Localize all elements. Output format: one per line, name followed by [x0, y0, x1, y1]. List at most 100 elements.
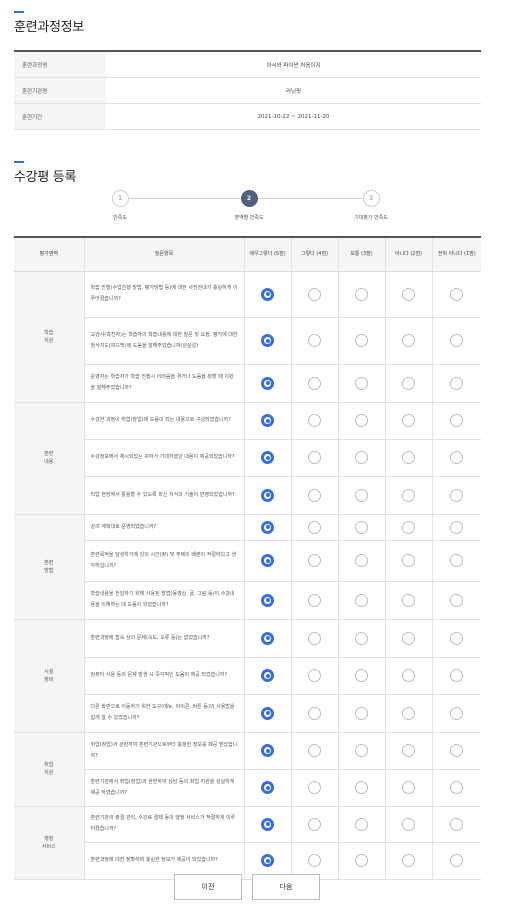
rating-radio-5[interactable]: [261, 488, 274, 502]
rating-radio-3[interactable]: [355, 854, 368, 867]
step-label: 만족도: [113, 215, 127, 221]
rating-radio-5[interactable]: [261, 854, 274, 867]
rating-radio-3[interactable]: [355, 488, 368, 502]
rating-radio-5[interactable]: [261, 520, 274, 534]
rating-radio-1[interactable]: [450, 706, 464, 720]
rating-radio-1[interactable]: [450, 593, 464, 607]
rating-radio-5[interactable]: [261, 631, 274, 645]
rating-radio-1[interactable]: [450, 781, 464, 794]
rating-radio-4[interactable]: [308, 554, 321, 567]
rating-radio-2[interactable]: [402, 781, 415, 794]
rating-radio-2[interactable]: [402, 854, 415, 867]
step-number: 2: [240, 190, 258, 207]
rating-radio-3[interactable]: [355, 554, 368, 567]
rating-radio-3[interactable]: [355, 451, 368, 464]
rating-radio-3[interactable]: [355, 631, 368, 645]
rating-radio-1[interactable]: [450, 414, 464, 427]
survey-row: 수강정보에서 제시되었는 귀하가 기대하였던 내용이 제공되었습니까?: [14, 439, 481, 477]
rating-radio-2[interactable]: [402, 593, 415, 607]
rating-radio-3[interactable]: [355, 414, 368, 427]
rating-radio-2[interactable]: [402, 451, 415, 464]
rating-radio-5[interactable]: [261, 781, 274, 794]
rating-radio-4[interactable]: [308, 744, 321, 757]
survey-row: 컴퓨터 사용 등의 문제 발생 시 즉각적인 도움이 제공 되었습니까?: [14, 657, 481, 695]
rating-radio-1[interactable]: [450, 376, 464, 390]
rating-radio-1[interactable]: [450, 287, 464, 301]
rating-radio-5[interactable]: [261, 744, 274, 757]
rating-cell: [243, 514, 291, 541]
survey-row: 시설 장비 훈련과정에 접속 상의 문제(속도, 오류 등)는 없었습니까?: [14, 619, 481, 733]
rating-radio-5[interactable]: [261, 706, 274, 720]
question-text: 운영자는 학습자가 학습 진행시 어려움을 겪거나 도움을 청할 때 지원을 잘…: [83, 364, 244, 403]
rating-radio-2[interactable]: [402, 334, 415, 347]
rating-cell: [290, 476, 338, 515]
rating-cell: [431, 271, 481, 318]
rating-radio-3[interactable]: [355, 781, 368, 794]
rating-radio-3[interactable]: [355, 287, 368, 301]
rating-radio-4[interactable]: [308, 488, 321, 502]
rating-radio-5[interactable]: [261, 287, 274, 301]
rating-radio-4[interactable]: [308, 520, 321, 534]
rating-radio-3[interactable]: [355, 669, 368, 682]
rating-radio-5[interactable]: [261, 669, 274, 682]
rating-cell: [431, 476, 481, 515]
rating-radio-4[interactable]: [308, 287, 321, 301]
rating-radio-3[interactable]: [355, 706, 368, 720]
rating-radio-1[interactable]: [450, 488, 464, 502]
rating-radio-1[interactable]: [450, 631, 464, 645]
rating-radio-1[interactable]: [450, 744, 464, 757]
rating-radio-2[interactable]: [402, 287, 415, 301]
rating-radio-4[interactable]: [308, 631, 321, 645]
rating-radio-4[interactable]: [308, 781, 321, 794]
rating-radio-2[interactable]: [402, 488, 415, 502]
rating-radio-4[interactable]: [308, 376, 321, 390]
rating-cell: [243, 732, 291, 770]
header-scale-2: 아니다 (2점): [384, 237, 432, 272]
rating-radio-1[interactable]: [450, 520, 464, 534]
rating-radio-4[interactable]: [308, 334, 321, 347]
rating-radio-1[interactable]: [450, 334, 464, 347]
rating-radio-2[interactable]: [402, 414, 415, 427]
header-scale-3: 보통 (3점): [337, 237, 385, 272]
info-row: 훈련기관명 러닝핏: [14, 78, 481, 104]
rating-radio-4[interactable]: [308, 854, 321, 867]
rating-radio-2[interactable]: [402, 554, 415, 567]
rating-radio-1[interactable]: [450, 817, 464, 831]
rating-radio-2[interactable]: [402, 376, 415, 390]
rating-radio-3[interactable]: [355, 520, 368, 534]
prev-button[interactable]: 이전: [174, 874, 242, 900]
rating-radio-4[interactable]: [308, 669, 321, 682]
rating-radio-5[interactable]: [261, 334, 274, 347]
rating-radio-1[interactable]: [450, 854, 464, 867]
rating-radio-3[interactable]: [355, 334, 368, 347]
area-cell: 훈련 방법: [14, 514, 84, 620]
rating-radio-3[interactable]: [355, 376, 368, 390]
rating-cell: [243, 439, 291, 477]
rating-radio-4[interactable]: [308, 706, 321, 720]
rating-radio-4[interactable]: [308, 451, 321, 464]
rating-radio-2[interactable]: [402, 706, 415, 720]
rating-radio-5[interactable]: [261, 817, 274, 831]
rating-radio-4[interactable]: [308, 414, 321, 427]
step-indicator: 1 만족도 2 영역별 만족도 3 기대평가 만족도: [70, 190, 420, 230]
rating-radio-1[interactable]: [450, 554, 464, 567]
rating-radio-2[interactable]: [402, 669, 415, 682]
rating-radio-5[interactable]: [261, 451, 274, 464]
rating-radio-5[interactable]: [261, 593, 274, 607]
rating-radio-5[interactable]: [261, 554, 274, 567]
rating-radio-3[interactable]: [355, 744, 368, 757]
rating-radio-1[interactable]: [450, 669, 464, 682]
rating-radio-5[interactable]: [261, 376, 274, 390]
rating-radio-2[interactable]: [402, 631, 415, 645]
rating-radio-2[interactable]: [402, 817, 415, 831]
rating-radio-2[interactable]: [402, 744, 415, 757]
rating-radio-2[interactable]: [402, 520, 415, 534]
next-button[interactable]: 다음: [252, 874, 320, 900]
rating-cell: [337, 581, 385, 620]
rating-radio-3[interactable]: [355, 593, 368, 607]
rating-radio-1[interactable]: [450, 451, 464, 464]
rating-radio-4[interactable]: [308, 817, 321, 831]
rating-radio-5[interactable]: [261, 414, 274, 427]
rating-radio-3[interactable]: [355, 817, 368, 831]
rating-radio-4[interactable]: [308, 593, 321, 607]
